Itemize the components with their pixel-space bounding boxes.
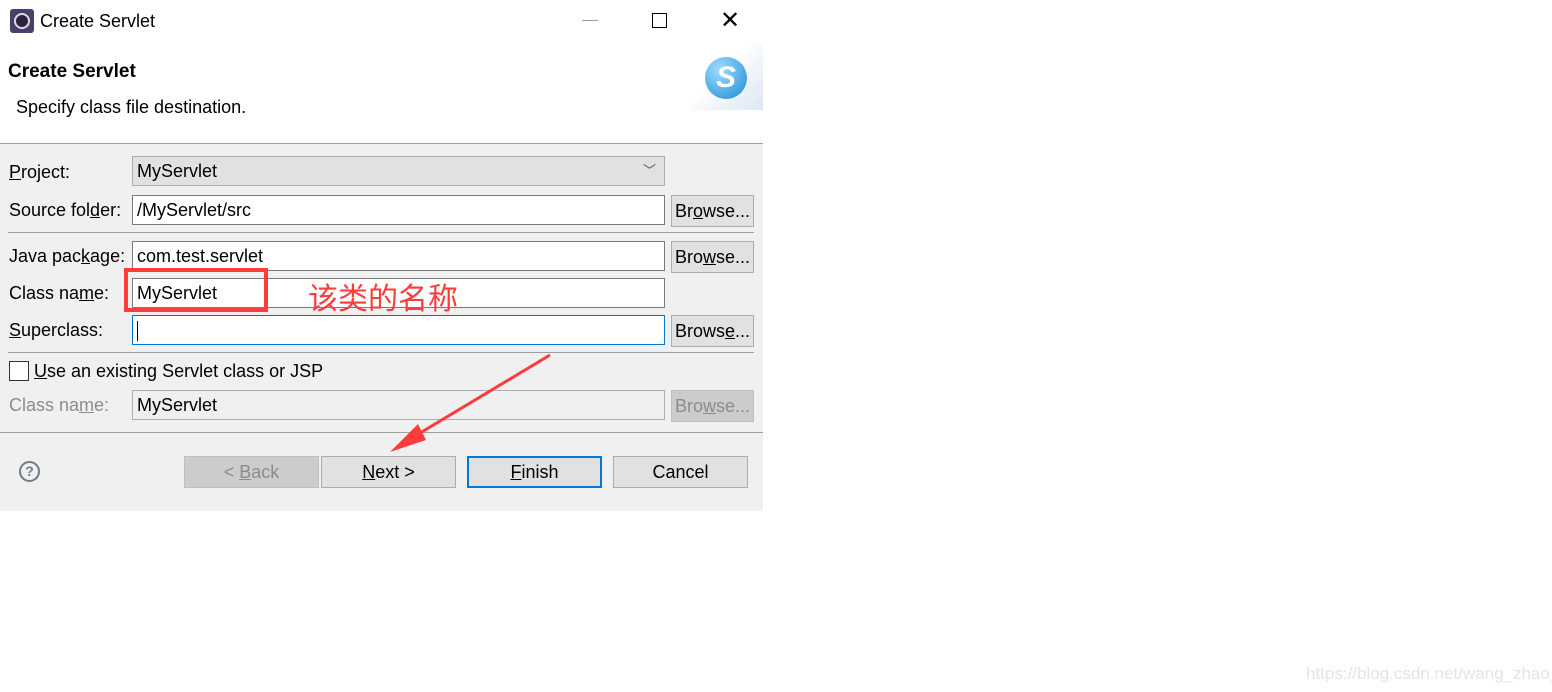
cancel-button[interactable]: Cancel xyxy=(613,456,748,488)
class-name-label: Class name: xyxy=(9,283,110,303)
next-button[interactable]: Next > xyxy=(321,456,456,488)
highlight-box xyxy=(124,268,268,312)
page-subtitle: Specify class file destination. xyxy=(16,97,247,117)
source-folder-input[interactable]: /MyServlet/src xyxy=(132,195,665,225)
existing-class-browse-button: Browse... xyxy=(671,390,754,422)
project-label: Project: xyxy=(9,162,71,182)
use-existing-label[interactable]: Use an existing Servlet class or JSP xyxy=(34,361,323,382)
wizard-header: Create Servlet Specify class file destin… xyxy=(0,44,763,144)
back-button: < Back xyxy=(184,456,319,488)
project-dropdown[interactable]: MyServlet ﹀ xyxy=(132,156,665,186)
finish-button[interactable]: Finish xyxy=(467,456,602,488)
watermark: https://blog.csdn.net/wang_zhao_ xyxy=(1306,664,1552,683)
separator xyxy=(8,232,754,233)
annotation-arrow xyxy=(390,353,551,452)
superclass-label: Superclass: xyxy=(9,320,104,340)
java-package-input[interactable]: com.test.servlet xyxy=(132,241,665,271)
chevron-down-icon: ﹀ xyxy=(642,163,656,178)
help-icon[interactable]: ? xyxy=(19,461,40,482)
minimize-button[interactable] xyxy=(582,20,598,21)
source-folder-label: Source folder: xyxy=(9,200,122,220)
source-folder-browse-button[interactable]: Browse... xyxy=(671,195,754,227)
java-package-label: Java package: xyxy=(9,246,126,266)
close-button[interactable]: ✕ xyxy=(720,6,740,35)
java-package-browse-button[interactable]: Browse... xyxy=(671,241,754,273)
eclipse-icon xyxy=(10,9,34,33)
superclass-input[interactable] xyxy=(132,315,665,345)
superclass-browse-button[interactable]: Browse... xyxy=(671,315,754,347)
existing-class-name-label: Class name: xyxy=(9,395,110,415)
maximize-button[interactable] xyxy=(652,13,667,28)
annotation-text: 该类的名称 xyxy=(308,282,458,317)
use-existing-checkbox[interactable] xyxy=(9,361,29,381)
page-title: Create Servlet xyxy=(8,61,136,82)
window-title: Create Servlet xyxy=(40,11,156,31)
title-bar: Create Servlet ✕ xyxy=(0,0,763,44)
servlet-logo-icon: S xyxy=(690,44,763,110)
